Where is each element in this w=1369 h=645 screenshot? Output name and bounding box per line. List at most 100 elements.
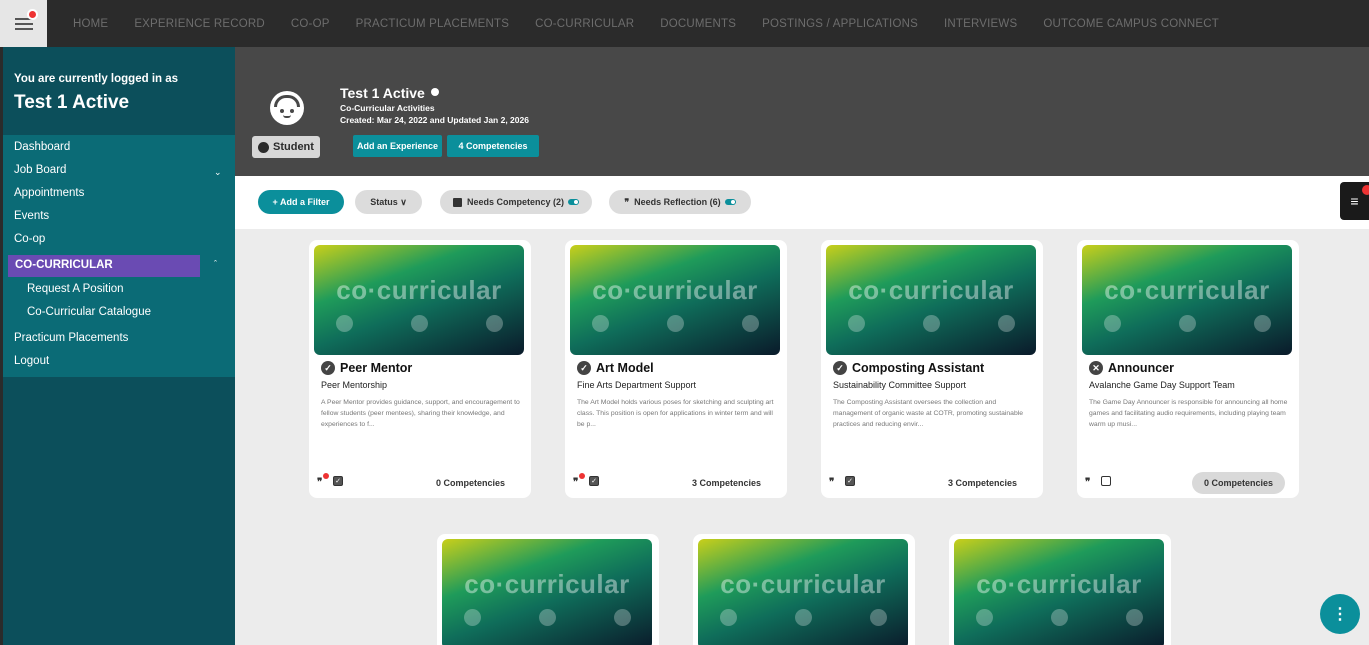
logged-in-label: You are currently logged in as [14,73,179,85]
sidebar-item-cocurricular[interactable]: CO-CURRICULAR [8,255,200,277]
activity-card[interactable]: co·curricular ✓ Peer Mentor Peer Mentorsh… [309,240,531,498]
card-title-text: Composting Assistant [852,361,985,375]
sidebar-item-appointments[interactable]: Appointments [14,187,84,199]
sidebar-item-events[interactable]: Events [14,210,49,222]
competencies-count[interactable]: 0 Competencies [1191,472,1285,494]
nav-outcome-campus-connect[interactable]: OUTCOME CAMPUS CONNECT [1043,18,1219,30]
checkbox-checked-icon[interactable]: ✓ [333,476,343,486]
card-footer: ❞ ✓ 3 Competencies [829,472,1035,492]
notification-dot [323,473,329,479]
card-description: The Composting Assistant oversees the co… [833,399,1024,428]
sidebar-item-job-board[interactable]: Job Board [14,164,66,176]
needs-reflection-label: Needs Reflection (6) [634,197,721,207]
activity-card[interactable]: co·curricular [693,534,915,645]
nav-cocurricular[interactable]: CO-CURRICULAR [535,18,634,30]
avatar-icon [270,91,304,125]
card-subtitle: Avalanche Game Day Support Team [1089,380,1235,390]
sidebar-item-logout[interactable]: Logout [14,355,49,367]
activity-card[interactable]: co·curricular ✓ Composting Assistant Sust… [821,240,1043,498]
chevron-down-icon[interactable]: ⌄ [214,167,222,178]
activity-card[interactable]: co·curricular [437,534,659,645]
checkbox-checked-icon[interactable]: ✓ [845,476,855,486]
chevron-up-icon[interactable]: ˆ [214,259,217,269]
filter-bar: + Add a Filter Status ∨ Needs Competency… [235,176,1369,229]
notification-dot [27,9,38,20]
sidebar: You are currently logged in as Test 1 Ac… [3,47,235,645]
card-banner: co·curricular [826,245,1036,355]
banner-text: co·curricular [336,275,502,305]
competencies-count[interactable]: 3 Competencies [936,472,1029,494]
nav-experience-record[interactable]: EXPERIENCE RECORD [134,18,265,30]
chat-icon [614,609,631,626]
chat-icon [486,315,503,332]
nav-coop[interactable]: CO-OP [291,18,330,30]
needs-competency-toggle[interactable]: Needs Competency (2) [440,190,592,214]
page-title: Test 1 Active [340,85,439,101]
card-title: ✕ Announcer [1089,361,1174,375]
chat-icon [870,609,887,626]
sidebar-item-coop[interactable]: Co-op [14,233,45,245]
checkmark-icon [1104,315,1121,332]
card-description: The Art Model holds various poses for sk… [577,399,774,428]
reflection-icon[interactable]: ❞ [573,477,578,488]
card-title: ✓ Composting Assistant [833,361,984,375]
chat-icon [998,315,1015,332]
card-title-text: Art Model [596,361,654,375]
status-dot-icon [258,141,269,153]
card-banner: co·curricular [570,245,780,355]
approved-icon: ✓ [321,361,335,375]
nav-home[interactable]: HOME [73,18,108,30]
competencies-button[interactable]: 4 Competencies [447,135,539,157]
sidebar-item-request-position[interactable]: Request A Position [27,283,124,295]
student-badge: Student [252,136,320,158]
checkmark-icon [592,315,609,332]
activity-card[interactable]: co·curricular ✓ Art Model Fine Arts Depar… [565,240,787,498]
competencies-count[interactable]: 3 Competencies [680,472,773,494]
banner-text: co·curricular [1104,275,1270,305]
nav-interviews[interactable]: INTERVIEWS [944,18,1017,30]
quote-icon: ❞ [624,196,630,207]
checkmark-icon [336,315,353,332]
approved-icon: ✓ [833,361,847,375]
needs-reflection-toggle[interactable]: ❞ Needs Reflection (6) [609,190,751,214]
activity-card[interactable]: co·curricular ✕ Announcer Avalanche Game … [1077,240,1299,498]
card-title: ✓ Peer Mentor [321,361,412,375]
award-icon [923,315,940,332]
filter-panel-button[interactable]: ≡ [1340,182,1369,220]
toggle-icon [724,199,736,205]
status-dropdown[interactable]: Status ∨ [355,190,422,214]
card-footer: ❞ ✓ 0 Competencies [317,472,523,492]
checkbox-checked-icon[interactable]: ✓ [589,476,599,486]
nav-documents[interactable]: DOCUMENTS [660,18,736,30]
menu-button[interactable] [0,0,47,47]
filter-icon: ≡ [1350,193,1359,209]
add-filter-button[interactable]: + Add a Filter [258,190,344,214]
card-title-text: Announcer [1108,361,1174,375]
add-experience-button[interactable]: Add an Experience [353,135,442,157]
checkmark-icon [720,609,737,626]
reflection-icon[interactable]: ❞ [317,477,322,488]
sidebar-item-catalogue[interactable]: Co-Curricular Catalogue [27,306,151,318]
checkbox-empty-icon[interactable] [1101,476,1111,486]
card-subtitle: Peer Mentorship [321,380,388,390]
chat-icon [742,315,759,332]
activity-card[interactable]: co·curricular [949,534,1171,645]
competency-icon [452,197,462,207]
card-footer: ❞ ✓ 3 Competencies [573,472,779,492]
notification-dot [579,473,585,479]
banner-text: co·curricular [464,569,630,599]
checkmark-icon [464,609,481,626]
sidebar-item-dashboard[interactable]: Dashboard [14,141,70,153]
nav-postings-applications[interactable]: POSTINGS / APPLICATIONS [762,18,918,30]
reflection-icon[interactable]: ❞ [1085,477,1090,488]
nav-practicum-placements[interactable]: PRACTICUM PLACEMENTS [356,18,510,30]
card-banner: co·curricular [314,245,524,355]
checkmark-icon [976,609,993,626]
competencies-count[interactable]: 0 Competencies [424,472,517,494]
card-banner: co·curricular [442,539,652,645]
more-actions-button[interactable]: ⋮ [1320,594,1360,634]
reflection-icon[interactable]: ❞ [829,477,834,488]
card-banner: co·curricular [1082,245,1292,355]
sidebar-item-practicum[interactable]: Practicum Placements [14,332,128,344]
user-name: Test 1 Active [14,92,130,113]
